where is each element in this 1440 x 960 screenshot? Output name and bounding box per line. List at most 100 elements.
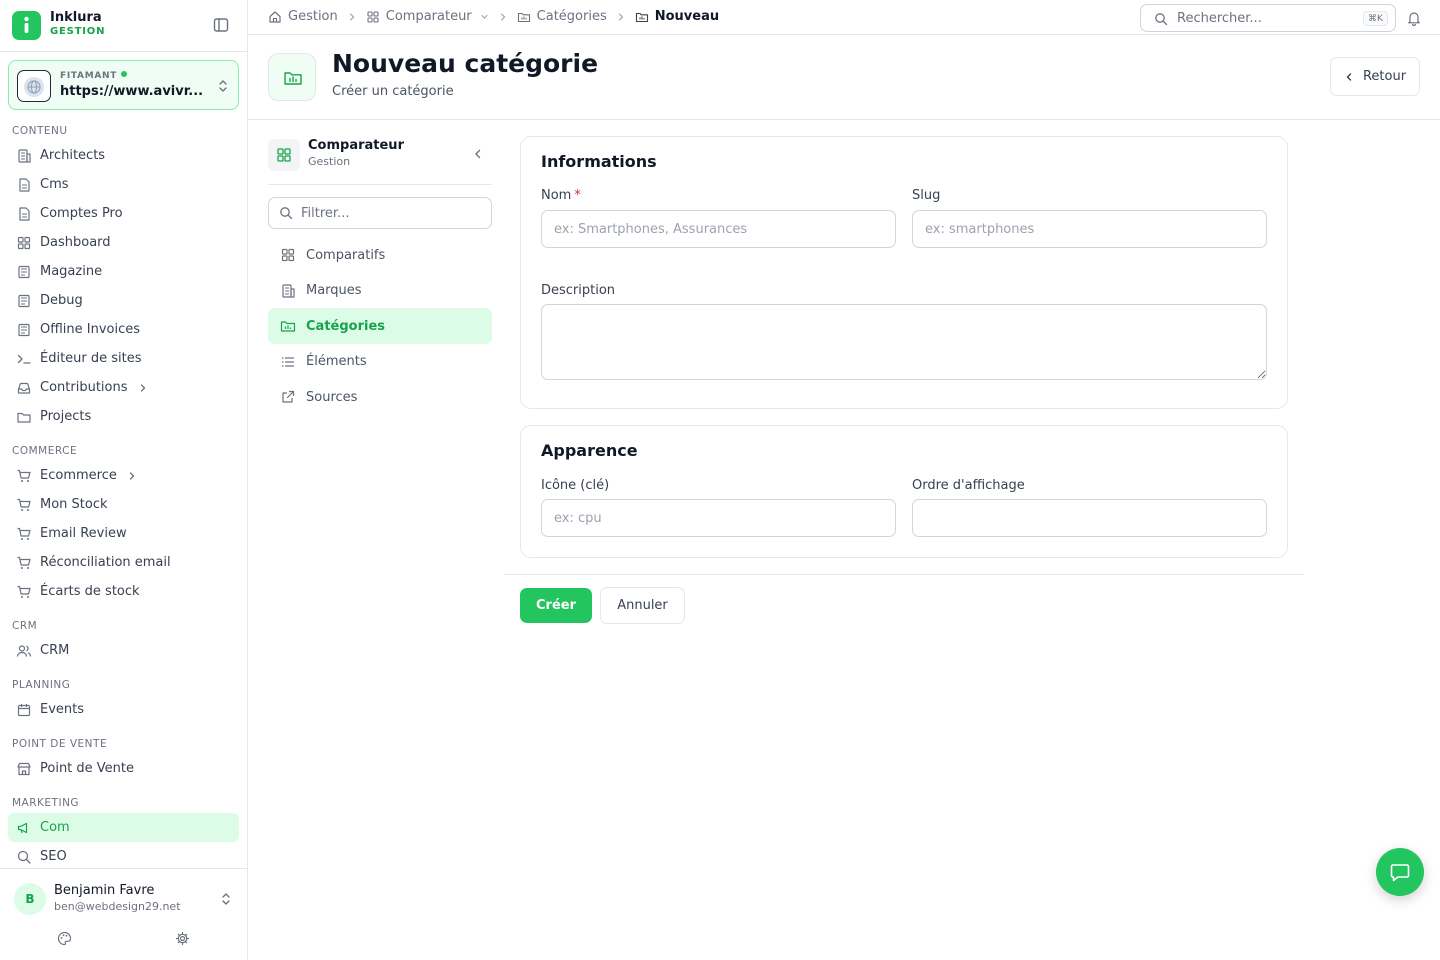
sidebar-item-cms[interactable]: Cms	[8, 170, 239, 199]
palette-icon[interactable]	[57, 931, 72, 946]
nom-field[interactable]	[541, 210, 896, 248]
newspaper-icon	[16, 293, 32, 309]
cart-icon	[16, 497, 32, 513]
sidebar-item-crm[interactable]: CRM	[8, 636, 239, 665]
sidebar-item-label: Com	[40, 820, 70, 835]
brand-subtitle: GESTION	[50, 26, 106, 37]
sidebar-item-label: CRM	[40, 643, 70, 658]
chat-button[interactable]	[1376, 848, 1424, 896]
cart-icon	[16, 468, 32, 484]
subnav-item-label: Éléments	[306, 354, 367, 369]
brand-logo[interactable]	[12, 11, 41, 40]
search-input[interactable]: Rechercher... ⌘K	[1140, 4, 1396, 32]
cancel-button[interactable]: Annuler	[600, 587, 685, 624]
sidebar-item-label: Events	[40, 702, 85, 717]
sidebar-item-projects[interactable]: Projects	[8, 402, 239, 431]
users-icon	[16, 643, 32, 659]
sidebar-item-editeur-de-sites[interactable]: Éditeur de sites	[8, 344, 239, 373]
sidebar-item-seo[interactable]: SEO	[8, 842, 239, 868]
grid-icon	[16, 235, 32, 251]
breadcrumb-categories[interactable]: Catégories	[517, 9, 607, 24]
nom-label: Nom *	[541, 188, 581, 203]
section-title-point-de-vente: POINT DE VENTE	[12, 738, 108, 750]
filter-input[interactable]	[301, 204, 481, 222]
sidebar-item-offline-invoices[interactable]: Offline Invoices	[8, 315, 239, 344]
user-menu[interactable]: B Benjamin Favre ben@webdesign29.net	[0, 868, 247, 960]
folder-icon	[16, 409, 32, 425]
newspaper-icon	[16, 264, 32, 280]
sidebar-item-label: Architects	[40, 148, 106, 163]
sidebar-item-ecommerce[interactable]: Ecommerce	[8, 461, 239, 490]
list-icon	[280, 354, 296, 370]
sidebar-item-label: Offline Invoices	[40, 322, 141, 337]
shortcut-badge: ⌘K	[1363, 11, 1388, 26]
icon-key-field[interactable]	[541, 499, 896, 537]
filter-field[interactable]	[268, 197, 492, 229]
sidebar-item-magazine[interactable]: Magazine	[8, 257, 239, 286]
breadcrumb-gestion[interactable]: Gestion	[268, 9, 338, 24]
sidebar-item-dashboard[interactable]: Dashboard	[8, 228, 239, 257]
sidebar-item-debug[interactable]: Debug	[8, 286, 239, 315]
subnav-subtitle: Gestion	[308, 155, 351, 168]
folder-chart-icon	[517, 10, 531, 24]
sidebar-item-events[interactable]: Events	[8, 695, 239, 724]
sidebar-item-ecarts-de-stock[interactable]: Écarts de stock	[8, 577, 239, 606]
description-field[interactable]	[541, 304, 1267, 380]
chevron-down-icon[interactable]	[480, 12, 489, 21]
building-icon	[280, 283, 296, 299]
create-button[interactable]: Créer	[520, 588, 592, 623]
site-switcher[interactable]: FITAMANT https://www.avivr...	[8, 60, 239, 110]
document-icon	[16, 206, 32, 222]
section-title-commerce: COMMERCE	[12, 445, 78, 457]
display-order-field[interactable]	[912, 499, 1267, 537]
subnav-item-elements[interactable]: Éléments	[268, 344, 492, 380]
sidebar-item-email-review[interactable]: Email Review	[8, 519, 239, 548]
sidebar-item-com[interactable]: Com	[8, 813, 239, 842]
display-order-label: Ordre d'affichage	[912, 478, 1025, 493]
apparence-card: Apparence Icône (clé) Ordre d'affichage	[520, 425, 1288, 558]
chat-icon	[1390, 864, 1410, 882]
status-dot	[121, 71, 128, 77]
user-name: Benjamin Favre	[54, 883, 155, 898]
cart-icon	[16, 526, 32, 542]
chevron-right-icon	[127, 471, 137, 481]
breadcrumb: Gestion Comparateur Catégories Nouveau	[268, 9, 719, 24]
sidebar-item-comptes-pro[interactable]: Comptes Pro	[8, 199, 239, 228]
sidebar-item-architects[interactable]: Architects	[8, 141, 239, 170]
sidebar-item-label: Debug	[40, 293, 83, 308]
breadcrumb-label: Catégories	[536, 9, 607, 24]
cart-icon	[16, 555, 32, 571]
avatar: B	[14, 883, 46, 915]
chevron-right-icon	[498, 12, 508, 22]
grid-icon	[268, 139, 300, 171]
chevron-left-icon[interactable]	[472, 148, 484, 160]
subnav-item-label: Catégories	[306, 318, 386, 334]
sidebar-item-contributions[interactable]: Contributions	[8, 373, 239, 402]
chevron-left-icon	[1346, 72, 1352, 81]
chevron-updown-icon	[217, 78, 229, 94]
sidebar-toggle-icon[interactable]	[212, 16, 230, 34]
breadcrumb-comparateur[interactable]: Comparateur	[366, 9, 489, 24]
section-title-planning: PLANNING	[12, 679, 71, 691]
description-label: Description	[541, 283, 616, 298]
grid-icon	[280, 247, 296, 263]
cart-icon	[16, 584, 32, 600]
back-button[interactable]: Retour	[1330, 57, 1420, 96]
form-divider	[504, 574, 1304, 575]
subnav-item-sources[interactable]: Sources	[268, 379, 492, 415]
gear-icon[interactable]	[175, 931, 190, 946]
sidebar-item-reconciliation-email[interactable]: Réconciliation email	[8, 548, 239, 577]
subnav-header: Comparateur Gestion	[268, 136, 492, 185]
bell-icon[interactable]	[1406, 10, 1422, 26]
section-title-crm: CRM	[12, 620, 38, 632]
sidebar-item-point-de-vente[interactable]: Point de Vente	[8, 754, 239, 783]
subnav-item-comparatifs[interactable]: Comparatifs	[268, 237, 492, 273]
subnav-item-categories[interactable]: Catégories	[268, 308, 492, 344]
newspaper-icon	[16, 322, 32, 338]
breadcrumb-label: Nouveau	[654, 9, 720, 24]
sidebar-item-mon-stock[interactable]: Mon Stock	[8, 490, 239, 519]
external-link-icon	[280, 389, 296, 405]
subnav-item-marques[interactable]: Marques	[268, 273, 492, 309]
slug-field[interactable]	[912, 210, 1267, 248]
home-icon	[268, 10, 282, 24]
